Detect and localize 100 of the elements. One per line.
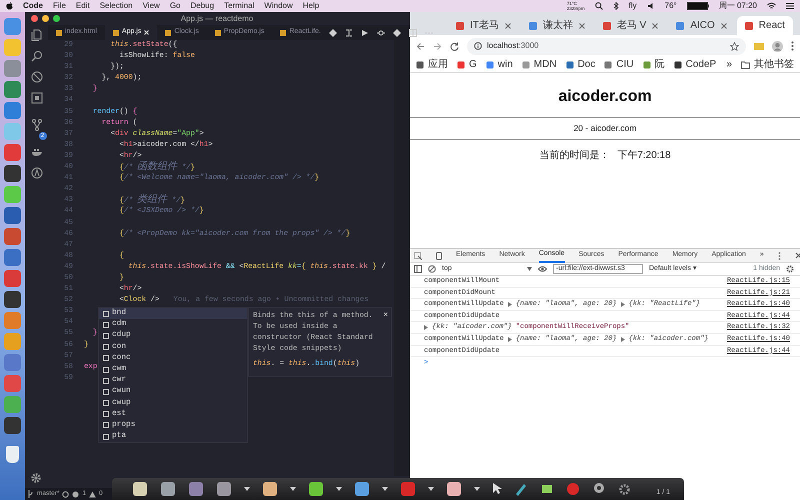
back-icon[interactable] (416, 42, 425, 50)
bookmark[interactable]: win (486, 57, 513, 72)
circle-icon[interactable] (30, 167, 42, 179)
menu-item[interactable]: Help (302, 0, 320, 12)
split-editor-icon[interactable] (408, 28, 417, 36)
highlighter-icon[interactable] (540, 482, 554, 496)
diff-icon[interactable] (376, 28, 385, 36)
star-icon[interactable] (730, 42, 739, 50)
folder-icon (741, 60, 750, 68)
caret-icon[interactable] (474, 487, 480, 491)
wifi-icon[interactable] (767, 2, 776, 10)
sync-icon[interactable] (62, 490, 70, 498)
pen-icon[interactable] (514, 482, 528, 496)
bluetooth-icon[interactable] (612, 2, 619, 10)
app-icon[interactable] (4, 291, 21, 308)
tool-icon[interactable] (216, 481, 232, 497)
menu-item[interactable]: Debug (190, 0, 214, 12)
close-icon[interactable] (794, 252, 800, 259)
warning-icon[interactable] (89, 490, 96, 498)
menu-item[interactable]: View (142, 0, 160, 12)
browser-tab[interactable]: 老马 V (594, 16, 666, 35)
menu-item[interactable]: Edit (76, 0, 90, 12)
battery-icon[interactable] (686, 2, 709, 10)
browser-tab[interactable]: AICO (668, 16, 735, 35)
bookmark-icon (566, 60, 574, 68)
whale-icon[interactable] (30, 146, 42, 158)
record-icon[interactable] (566, 482, 580, 496)
menu-icon[interactable] (791, 41, 794, 51)
inspect-icon[interactable] (414, 252, 422, 260)
pointer-icon[interactable] (492, 483, 502, 495)
bookmark[interactable]: CIU (604, 57, 634, 72)
tool-icon[interactable] (308, 481, 324, 497)
bookmark[interactable]: G (457, 57, 477, 72)
more-icon[interactable] (778, 252, 781, 260)
menu-item[interactable]: Go (170, 0, 180, 12)
caret-icon[interactable] (336, 487, 342, 491)
bookmark-icon (642, 60, 651, 68)
settings-icon[interactable] (786, 265, 794, 273)
menu-item[interactable]: File (53, 0, 66, 12)
source-control-icon[interactable] (30, 118, 42, 131)
search-icon[interactable] (594, 2, 603, 10)
bookmark[interactable]: Doc (566, 57, 596, 72)
tool-icon[interactable] (132, 481, 148, 497)
menu-item[interactable]: Selection (100, 0, 133, 12)
extensions-icon[interactable] (30, 92, 42, 104)
expand-icon (620, 302, 625, 307)
eye-icon[interactable] (538, 266, 547, 272)
favicon-icon (676, 22, 684, 30)
caret-icon[interactable] (382, 487, 388, 491)
app-icon[interactable] (4, 165, 21, 182)
browser-tab[interactable]: 谦太祥 (520, 16, 593, 35)
bookmark[interactable]: MDN (522, 57, 557, 72)
volume-icon[interactable] (646, 2, 655, 10)
caret-icon[interactable] (428, 487, 434, 491)
clear-icon[interactable] (428, 265, 436, 273)
app-icon[interactable] (4, 207, 21, 224)
trash-icon[interactable] (6, 446, 19, 463)
close-window-button[interactable] (31, 15, 38, 22)
tool-icon[interactable] (262, 481, 278, 497)
bookmark[interactable]: CodeP (674, 57, 716, 72)
bookmark[interactable]: 其他书签 (741, 57, 794, 72)
app-icon[interactable] (4, 417, 21, 434)
menu-item[interactable]: Window (264, 0, 293, 12)
bookmark[interactable]: 应用 (416, 57, 448, 72)
avatar-icon[interactable] (772, 40, 783, 52)
play-icon[interactable] (360, 28, 369, 36)
files-icon[interactable] (30, 29, 42, 41)
reload-icon[interactable] (450, 42, 459, 50)
apple-icon[interactable] (6, 2, 13, 10)
menu-item[interactable]: Code (23, 0, 43, 12)
search-icon[interactable] (30, 50, 42, 62)
settings-icon[interactable] (30, 472, 42, 484)
minimize-window-button[interactable] (42, 15, 49, 22)
settings-icon[interactable] (618, 482, 631, 496)
tool-icon[interactable] (188, 481, 204, 497)
address-bar[interactable]: localhost:3000 (467, 38, 746, 54)
expand-icon (508, 302, 512, 307)
webcam-icon[interactable] (592, 482, 606, 496)
tool-icon[interactable] (354, 481, 370, 497)
menu-item[interactable]: Terminal (224, 0, 254, 12)
browser-tab[interactable]: IT老马 (448, 16, 519, 35)
grid-icon (416, 60, 424, 68)
list-icon[interactable] (786, 2, 794, 10)
tool-icon[interactable] (160, 481, 176, 497)
maximize-window-button[interactable] (53, 15, 60, 22)
branch-icon[interactable] (27, 490, 34, 498)
bookmark[interactable]: 阮 (642, 57, 665, 72)
bookmark-icon (674, 60, 682, 68)
device-icon[interactable] (436, 252, 442, 260)
tool-icon[interactable] (446, 481, 462, 497)
more-bookmarks-button[interactable]: » (726, 57, 732, 72)
error-icon[interactable] (72, 490, 80, 498)
browser-tab[interactable]: React (736, 16, 793, 35)
close-button[interactable]: × (383, 310, 388, 321)
caret-icon[interactable] (244, 487, 250, 491)
bookmark-icon (604, 60, 612, 68)
debug-icon[interactable] (30, 71, 42, 83)
caret-icon[interactable] (290, 487, 296, 491)
page-heading: aicoder.com (558, 87, 652, 107)
sidebar-icon[interactable] (414, 265, 422, 273)
